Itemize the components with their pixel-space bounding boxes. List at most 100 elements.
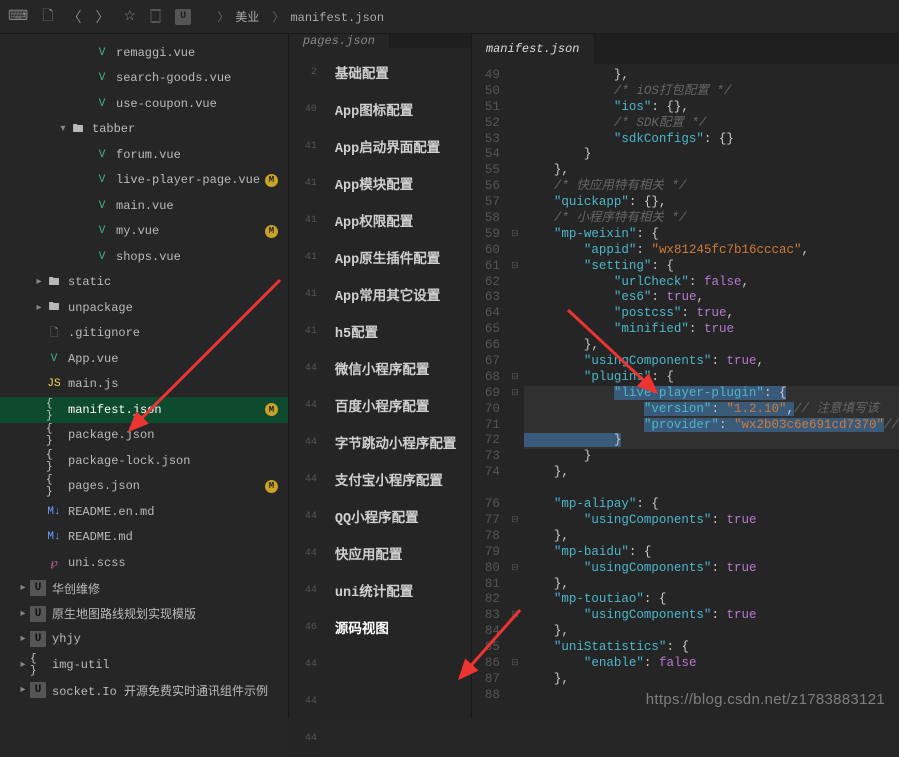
file-item-10[interactable]: ▸🖿unpackage — [0, 295, 288, 321]
file-item-25[interactable]: ▸Usocket.Io 开源免费实时通讯组件示例 — [0, 678, 288, 704]
file-item-12[interactable]: V App.vue — [0, 346, 288, 372]
js-icon: JS — [46, 376, 62, 392]
tab-manifest-json[interactable]: manifest.json — [472, 34, 595, 64]
vue-icon: V — [46, 351, 62, 367]
file-item-1[interactable]: Vsearch-goods.vue — [0, 66, 288, 92]
file-item-24[interactable]: ▸{ } img-util — [0, 652, 288, 678]
nav-item-9[interactable]: 百度小程序配置 — [321, 387, 471, 424]
top-toolbar: ⌨ 🗋 〈 〉 ☆ 🀆 U 〉美业 〉manifest.json — [0, 0, 899, 34]
file-label: search-goods.vue — [116, 71, 278, 85]
file-item-0[interactable]: Vremaggi.vue — [0, 40, 288, 66]
file-item-20[interactable]: ℘uni.scss — [0, 550, 288, 576]
file-item-15[interactable]: { }package.json — [0, 423, 288, 449]
nav-item-13[interactable]: 快应用配置 — [321, 535, 471, 572]
editor-tabs: manifest.json — [472, 34, 899, 64]
nav-item-10[interactable]: 字节跳动小程序配置 — [321, 424, 471, 461]
modified-badge: M — [265, 480, 278, 493]
txt-icon: 🗋 — [46, 325, 62, 341]
center-panel: pages.json 24041414141414144444444444444… — [289, 34, 472, 718]
stop-icon[interactable]: 🀆 — [150, 9, 161, 25]
nav-item-4[interactable]: App权限配置 — [321, 202, 471, 239]
nav-item-7[interactable]: h5配置 — [321, 313, 471, 350]
file-item-22[interactable]: ▸U 原生地图路线规划实现模版 — [0, 601, 288, 627]
file-label: App.vue — [68, 352, 278, 366]
chevron-icon: ▸ — [16, 659, 30, 671]
nav-item-14[interactable]: uni统计配置 — [321, 572, 471, 609]
file-item-4[interactable]: Vforum.vue — [0, 142, 288, 168]
editor-panel: manifest.json 49505152535455565758596061… — [472, 34, 899, 718]
file-label: img-util — [52, 658, 278, 672]
file-item-5[interactable]: Vlive-player-page.vueM — [0, 168, 288, 194]
u-icon: U — [30, 580, 46, 596]
nav-item-12[interactable]: QQ小程序配置 — [321, 498, 471, 535]
nav-fwd-icon[interactable]: 〉 — [95, 7, 109, 27]
file-item-19[interactable]: M↓ README.md — [0, 525, 288, 551]
vue-icon: V — [94, 249, 110, 265]
file-label: yhjy — [52, 632, 278, 646]
center-gutter: 2404141414141414444444444444446444444 — [289, 48, 321, 757]
file-label: package-lock.json — [68, 454, 278, 468]
save-icon[interactable]: 🗋 — [42, 5, 53, 29]
nav-item-11[interactable]: 支付宝小程序配置 — [321, 461, 471, 498]
nav-item-2[interactable]: App启动界面配置 — [321, 128, 471, 165]
file-label: README.en.md — [68, 505, 278, 519]
code-area[interactable]: }, /* iOS打包配置 */ "ios": {}, /* SDK配置 */ … — [524, 64, 899, 718]
json-icon: { } — [46, 427, 62, 443]
fold-icon: 🖿 — [70, 121, 86, 137]
u-icon: U — [30, 682, 46, 698]
file-label: main.vue — [116, 199, 278, 213]
tab-pages-json[interactable]: pages.json — [289, 34, 390, 48]
file-item-11[interactable]: 🗋 .gitignore — [0, 321, 288, 347]
center-tabs: pages.json — [289, 34, 471, 48]
explorer-sidebar[interactable]: Vremaggi.vueVsearch-goods.vueVuse-coupon… — [0, 34, 289, 718]
file-label: remaggi.vue — [116, 46, 278, 60]
star-icon[interactable]: ☆ — [123, 8, 136, 25]
file-item-7[interactable]: Vmy.vueM — [0, 219, 288, 245]
nav-item-8[interactable]: 微信小程序配置 — [321, 350, 471, 387]
file-item-6[interactable]: Vmain.vue — [0, 193, 288, 219]
file-label: live-player-page.vue — [116, 173, 278, 187]
file-item-23[interactable]: ▸Uyhjy — [0, 627, 288, 653]
file-label: .gitignore — [68, 326, 278, 340]
chevron-icon: ▸ — [16, 608, 30, 620]
md-icon: M↓ — [46, 529, 62, 545]
file-item-18[interactable]: M↓README.en.md — [0, 499, 288, 525]
file-label: socket.Io 开源免费实时通讯组件示例 — [52, 682, 278, 699]
file-item-16[interactable]: { }package-lock.json — [0, 448, 288, 474]
nav-item-0[interactable]: 基础配置 — [321, 54, 471, 91]
vue-icon: V — [94, 172, 110, 188]
nav-item-6[interactable]: App常用其它设置 — [321, 276, 471, 313]
json-icon: { } — [46, 402, 62, 418]
nav-item-1[interactable]: App图标配置 — [321, 91, 471, 128]
file-label: 华创维修 — [52, 580, 278, 597]
file-item-3[interactable]: ▾🖿tabber — [0, 117, 288, 143]
file-item-2[interactable]: Vuse-coupon.vue — [0, 91, 288, 117]
file-item-14[interactable]: { }manifest.jsonM — [0, 397, 288, 423]
config-nav-list[interactable]: 基础配置App图标配置App启动界面配置App模块配置App权限配置App原生插… — [321, 48, 471, 757]
breadcrumb: 〉美业 〉manifest.json — [211, 8, 384, 25]
chevron-icon: ▸ — [16, 684, 30, 696]
file-item-13[interactable]: JSmain.js — [0, 372, 288, 398]
line-number-gutter: 4950515253545556575859606162636465666768… — [472, 64, 506, 718]
file-label: forum.vue — [116, 148, 278, 162]
file-label: shops.vue — [116, 250, 278, 264]
file-item-9[interactable]: ▸🖿static — [0, 270, 288, 296]
nav-item-5[interactable]: App原生插件配置 — [321, 239, 471, 276]
file-item-17[interactable]: { }pages.jsonM — [0, 474, 288, 500]
file-label: my.vue — [116, 224, 278, 238]
file-label: 原生地图路线规划实现模版 — [52, 605, 278, 622]
chevron-icon: ▸ — [16, 582, 30, 594]
nav-back-icon[interactable]: 〈 — [67, 7, 81, 27]
vue-icon: V — [94, 147, 110, 163]
watermark-text: https://blog.csdn.net/z1783883121 — [646, 691, 885, 708]
scss-icon: ℘ — [46, 555, 62, 571]
nav-item-15[interactable]: 源码视图 — [321, 609, 471, 646]
json-icon: { } — [30, 657, 46, 673]
terminal-icon[interactable]: ⌨ — [8, 8, 28, 25]
u-icon: U — [30, 606, 46, 622]
file-item-21[interactable]: ▸U 华创维修 — [0, 576, 288, 602]
file-item-8[interactable]: Vshops.vue — [0, 244, 288, 270]
file-label: README.md — [68, 530, 278, 544]
nav-item-3[interactable]: App模块配置 — [321, 165, 471, 202]
fold-gutter[interactable]: ⊟⊟⊟⊟⊟⊟⊟⊟ — [506, 64, 524, 718]
